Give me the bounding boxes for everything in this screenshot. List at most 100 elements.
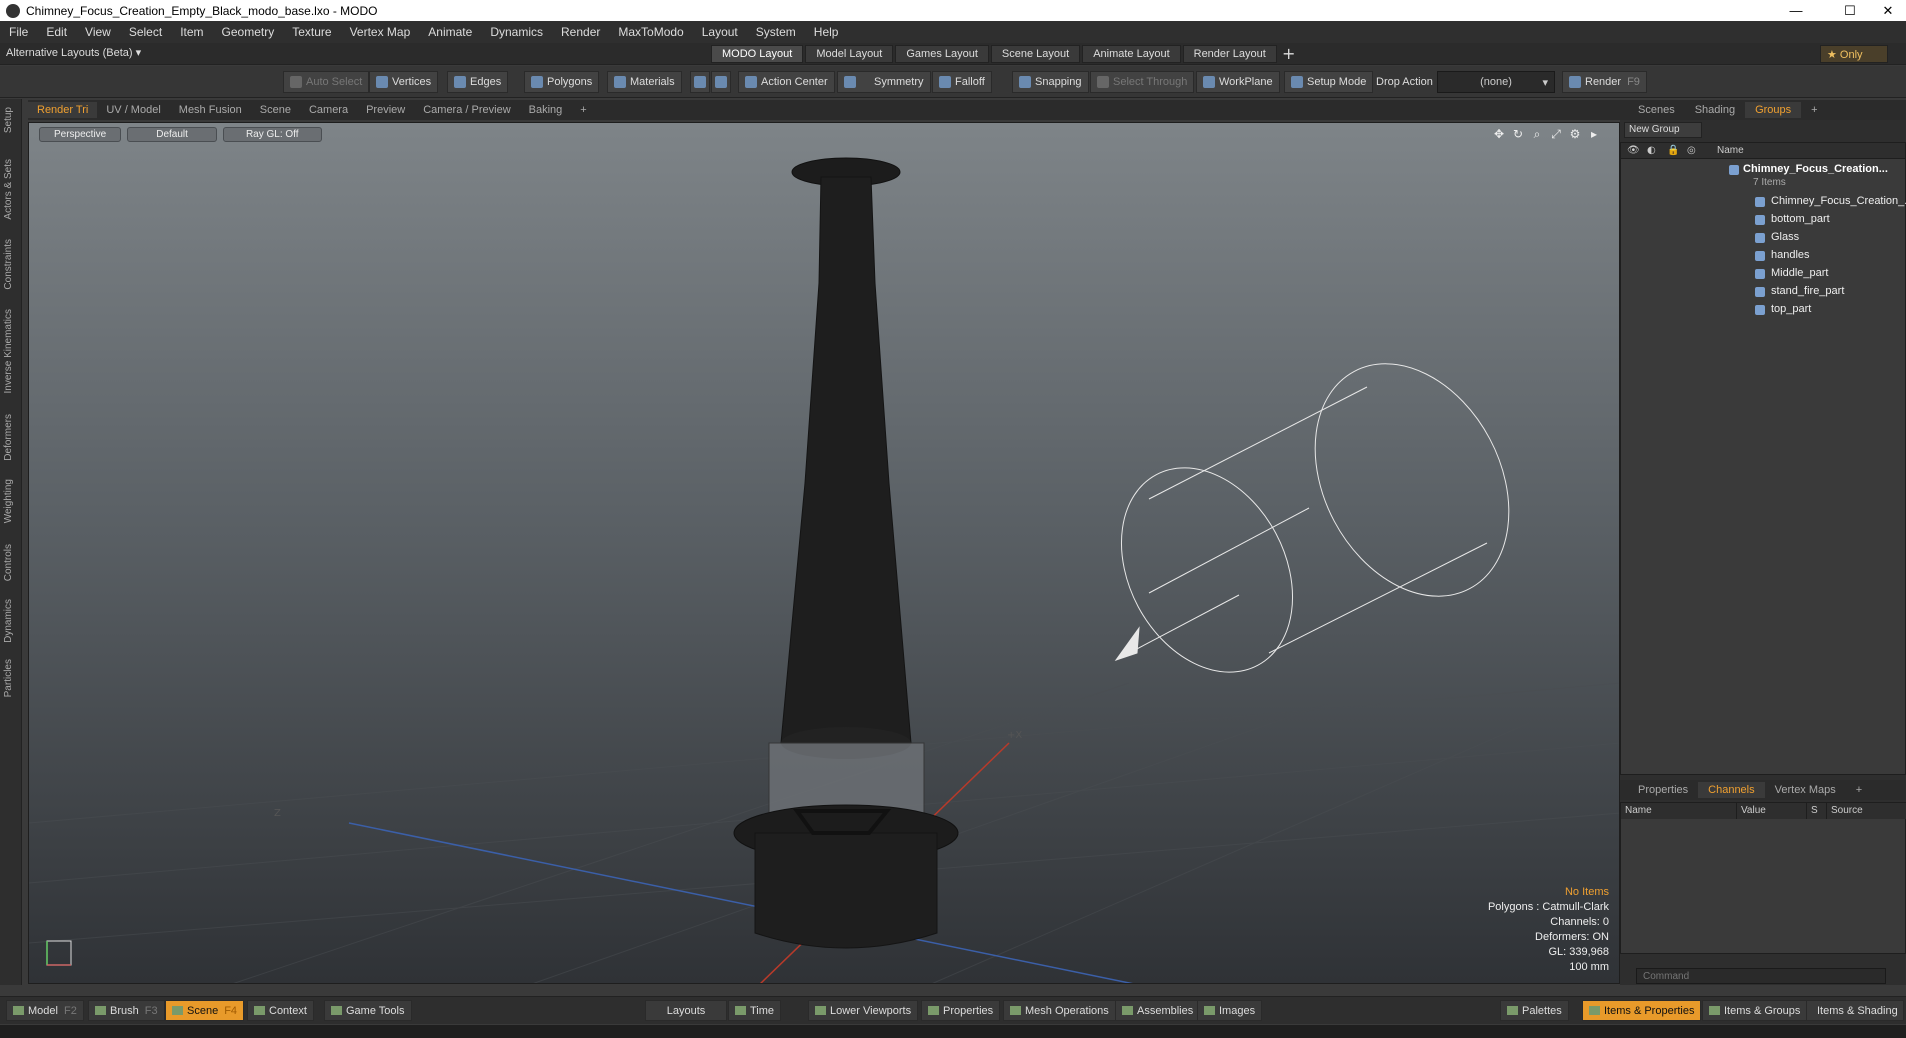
- tab-games-layout[interactable]: Games Layout: [895, 45, 989, 63]
- symmetry-button[interactable]: Symmetry: [837, 71, 931, 93]
- eye-icon[interactable]: 👁: [1627, 145, 1640, 156]
- model-button[interactable]: Model F2: [6, 1000, 84, 1021]
- group-root-row[interactable]: Chimney_Focus_Creation... 7 Items: [1621, 161, 1906, 188]
- expand-arrow-icon[interactable]: ▸: [1587, 127, 1601, 141]
- add-viewport-tab-button[interactable]: +: [571, 102, 595, 118]
- tab-mesh-fusion[interactable]: Mesh Fusion: [170, 102, 251, 118]
- menu-dynamics[interactable]: Dynamics: [481, 25, 552, 39]
- action-center-button[interactable]: Action Center: [738, 71, 835, 93]
- assemblies-button[interactable]: Assemblies: [1115, 1000, 1201, 1021]
- select-toggle-icon[interactable]: ◎: [1687, 145, 1696, 156]
- time-button[interactable]: Time: [728, 1000, 782, 1021]
- minimize-button[interactable]: —: [1778, 0, 1814, 21]
- strip-tab-deformers[interactable]: Deformers: [3, 414, 14, 461]
- shield-button-2[interactable]: [711, 71, 731, 93]
- menu-animate[interactable]: Animate: [419, 25, 481, 39]
- maximize-button[interactable]: ☐: [1832, 0, 1868, 21]
- ray-gl-toggle[interactable]: Ray GL: Off: [222, 127, 322, 142]
- tab-scene-layout[interactable]: Scene Layout: [990, 45, 1081, 63]
- menu-system[interactable]: System: [747, 25, 805, 39]
- tab-model-layout[interactable]: Model Layout: [805, 45, 894, 63]
- menu-view[interactable]: View: [76, 25, 120, 39]
- alternative-layouts-dropdown[interactable]: Alternative Layouts (Beta) ▾: [6, 46, 141, 59]
- move-view-icon[interactable]: ✥: [1492, 127, 1506, 141]
- tab-render-layout[interactable]: Render Layout: [1182, 45, 1277, 63]
- menu-maxtomodo[interactable]: MaxToModo: [609, 25, 692, 39]
- tab-properties[interactable]: Properties: [1628, 782, 1698, 798]
- context-button[interactable]: Context: [247, 1000, 314, 1021]
- menu-edit[interactable]: Edit: [37, 25, 76, 39]
- add-channel-tab-button[interactable]: +: [1846, 782, 1872, 798]
- command-input[interactable]: [1636, 968, 1886, 984]
- close-button[interactable]: ✕: [1870, 0, 1906, 21]
- gear-icon[interactable]: ⚙: [1568, 127, 1582, 141]
- scene-button[interactable]: Scene F4: [165, 1000, 245, 1021]
- strip-tab-constraints[interactable]: Constraints: [3, 239, 14, 290]
- menu-render[interactable]: Render: [552, 25, 609, 39]
- setup-mode-button[interactable]: Setup Mode: [1284, 71, 1374, 93]
- view-perspective-dropdown[interactable]: Perspective: [39, 127, 122, 142]
- items-shading-button[interactable]: Items & Shading: [1806, 1000, 1904, 1021]
- zoom-view-icon[interactable]: ⌕: [1530, 127, 1544, 141]
- render-button[interactable]: Render F9: [1562, 71, 1647, 93]
- brush-button[interactable]: Brush F3: [88, 1000, 165, 1021]
- menu-layout[interactable]: Layout: [693, 25, 747, 39]
- tab-preview[interactable]: Preview: [357, 102, 414, 118]
- strip-tab-controls[interactable]: Controls: [3, 544, 14, 581]
- strip-tab-dynamics[interactable]: Dynamics: [3, 599, 14, 643]
- auto-select-button[interactable]: Auto Select: [283, 71, 370, 93]
- menu-item[interactable]: Item: [171, 25, 212, 39]
- menu-help[interactable]: Help: [805, 25, 848, 39]
- tab-modo-layout[interactable]: MODO Layout: [711, 45, 804, 63]
- drop-action-dropdown[interactable]: (none) ▾: [1437, 71, 1555, 93]
- materials-button[interactable]: Materials: [607, 71, 682, 93]
- menu-vertex-map[interactable]: Vertex Map: [341, 25, 420, 39]
- new-group-button[interactable]: New Group: [1624, 122, 1702, 138]
- tab-channels[interactable]: Channels: [1698, 782, 1765, 798]
- menu-select[interactable]: Select: [120, 25, 171, 39]
- mesh-operations-button[interactable]: Mesh Operations: [1003, 1000, 1116, 1021]
- add-layout-button[interactable]: +: [1282, 44, 1295, 63]
- group-item-row[interactable]: stand_fire_part: [1621, 283, 1906, 301]
- strip-tab-particles[interactable]: Particles: [3, 659, 14, 697]
- game-tools-button[interactable]: Game Tools: [324, 1000, 412, 1021]
- strip-tab-setup[interactable]: Setup: [3, 107, 14, 133]
- properties-button[interactable]: Properties: [921, 1000, 1001, 1021]
- fit-view-icon[interactable]: ⤢: [1549, 127, 1563, 141]
- palettes-button[interactable]: Palettes: [1500, 1000, 1569, 1021]
- select-through-button[interactable]: Select Through: [1090, 71, 1195, 93]
- vertices-button[interactable]: Vertices: [369, 71, 439, 93]
- tab-shading[interactable]: Shading: [1685, 102, 1745, 118]
- images-button[interactable]: Images: [1197, 1000, 1263, 1021]
- strip-tab-weighting[interactable]: Weighting: [3, 479, 14, 523]
- group-item-row[interactable]: Middle_part: [1621, 265, 1906, 283]
- menu-texture[interactable]: Texture: [283, 25, 340, 39]
- tab-groups[interactable]: Groups: [1745, 102, 1802, 118]
- items-properties-button[interactable]: Items & Properties: [1582, 1000, 1702, 1021]
- items-groups-button[interactable]: Items & Groups: [1702, 1000, 1808, 1021]
- group-item-row[interactable]: top_part: [1621, 301, 1906, 319]
- tab-scenes[interactable]: Scenes: [1628, 102, 1685, 118]
- workplane-button[interactable]: WorkPlane: [1196, 71, 1280, 93]
- menu-geometry[interactable]: Geometry: [213, 25, 284, 39]
- tab-camera-preview[interactable]: Camera / Preview: [414, 102, 519, 118]
- lock-icon[interactable]: 🔒: [1667, 145, 1679, 156]
- group-item-row[interactable]: bottom_part: [1621, 211, 1906, 229]
- group-item-row[interactable]: handles: [1621, 247, 1906, 265]
- falloff-button[interactable]: Falloff: [932, 71, 992, 93]
- snapping-button[interactable]: Snapping: [1012, 71, 1089, 93]
- menu-file[interactable]: File: [0, 25, 37, 39]
- tab-baking[interactable]: Baking: [520, 102, 572, 118]
- tab-vertex-maps[interactable]: Vertex Maps: [1765, 782, 1846, 798]
- group-item-row[interactable]: Glass: [1621, 229, 1906, 247]
- edges-button[interactable]: Edges: [447, 71, 509, 93]
- tab-uv-model[interactable]: UV / Model: [97, 102, 169, 118]
- layouts-button[interactable]: Layouts: [645, 1000, 727, 1021]
- tab-animate-layout[interactable]: Animate Layout: [1082, 45, 1181, 63]
- strip-tab-inverse-kinematics[interactable]: Inverse Kinematics: [3, 309, 14, 393]
- shading-default-dropdown[interactable]: Default: [127, 127, 217, 142]
- tab-scene[interactable]: Scene: [251, 102, 300, 118]
- group-item-row[interactable]: Chimney_Focus_Creation_...: [1621, 193, 1906, 211]
- render-toggle-icon[interactable]: ◐: [1647, 145, 1656, 156]
- polygons-button[interactable]: Polygons: [524, 71, 600, 93]
